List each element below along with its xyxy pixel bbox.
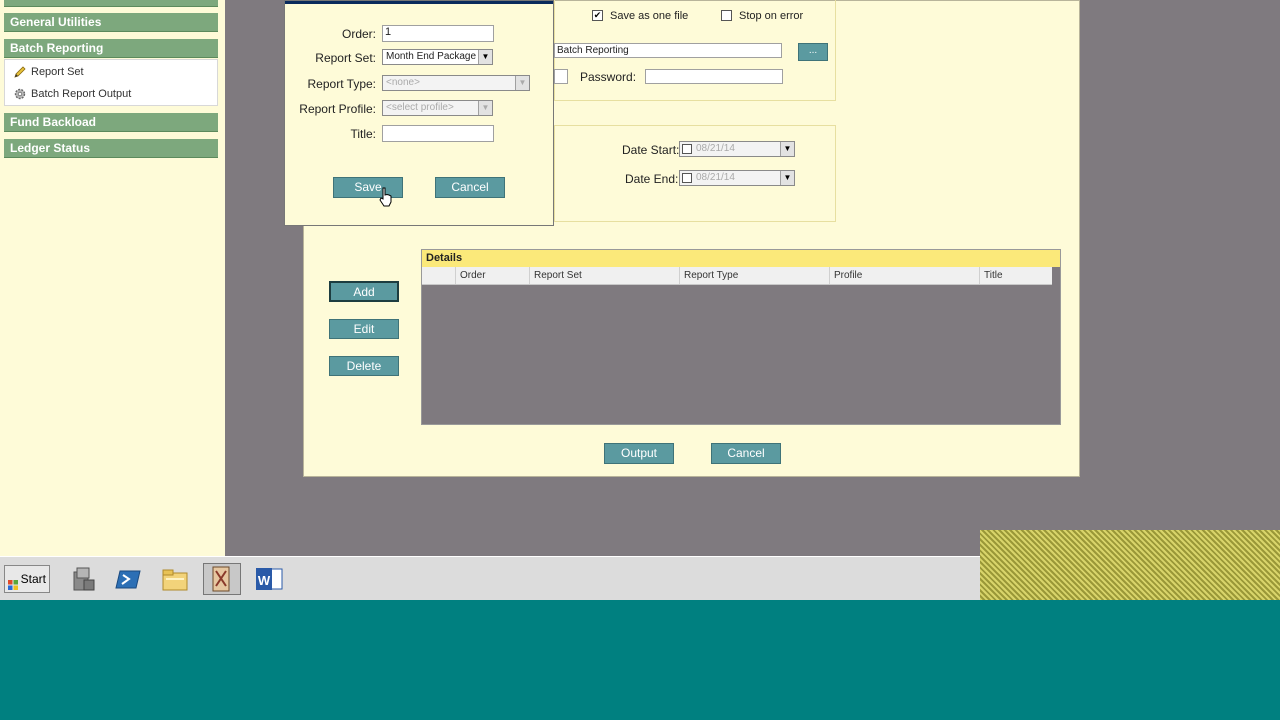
app-icon[interactable] xyxy=(203,563,241,595)
start-label: Start xyxy=(20,572,46,586)
sidebar-header-batch-reporting[interactable]: Batch Reporting xyxy=(4,39,218,58)
report-type-label: Report Type: xyxy=(307,77,376,91)
chevron-down-icon[interactable]: ▼ xyxy=(780,142,794,156)
sidebar: General Utilities Batch Reporting Report… xyxy=(0,0,225,556)
sidebar-header-general-utilities[interactable]: General Utilities xyxy=(4,13,218,32)
tray-background xyxy=(980,530,1280,600)
date-end-picker[interactable]: 08/21/14 ▼ xyxy=(679,170,795,186)
sidebar-item-batch-report-output[interactable]: Batch Report Output xyxy=(13,87,131,101)
chevron-down-icon[interactable]: ▼ xyxy=(780,171,794,185)
password-field[interactable] xyxy=(645,69,783,84)
hand-cursor-icon xyxy=(379,187,393,212)
date-end-checkbox[interactable] xyxy=(682,173,692,183)
output-path-field[interactable]: Batch Reporting xyxy=(554,43,782,58)
dialog-cancel-button[interactable]: Cancel xyxy=(435,177,505,198)
start-button[interactable]: Start xyxy=(4,565,50,593)
column-header-profile[interactable]: Profile xyxy=(829,267,979,284)
sidebar-item-label: Batch Report Output xyxy=(31,88,132,100)
app-screen: General Utilities Batch Reporting Report… xyxy=(0,0,1280,600)
date-start-value: 08/21/14 xyxy=(696,143,735,154)
save-as-one-file-label: Save as one file xyxy=(610,10,689,22)
date-end-label: Date End: xyxy=(625,172,679,186)
sidebar-header-ledger-status[interactable]: Ledger Status xyxy=(4,139,218,158)
word-icon[interactable]: W xyxy=(251,563,289,595)
taskbar: Start W xyxy=(0,556,980,600)
chevron-down-icon[interactable]: ▼ xyxy=(478,50,492,64)
column-header-title[interactable]: Title xyxy=(979,267,1052,284)
report-set-select[interactable]: Month End Package ▼ xyxy=(382,49,493,65)
gear-icon xyxy=(13,87,27,101)
report-type-value: <none> xyxy=(386,77,420,88)
edit-button[interactable]: Edit xyxy=(329,319,399,339)
order-label: Order: xyxy=(341,27,376,41)
details-title: Details xyxy=(422,250,1060,267)
column-header-report-type[interactable]: Report Type xyxy=(679,267,829,284)
report-set-item-dialog: Order: 1 Report Set: Month End Package ▼… xyxy=(284,0,554,226)
chevron-down-icon[interactable]: ▼ xyxy=(478,101,492,115)
password-label: Password: xyxy=(580,70,637,84)
sidebar-subitems: Report Set Batch Report Output xyxy=(4,59,218,106)
report-set-value: Month End Package xyxy=(386,51,477,62)
delete-button[interactable]: Delete xyxy=(329,356,399,376)
pencil-icon xyxy=(13,65,27,79)
sidebar-header-administration[interactable] xyxy=(4,0,218,7)
details-header-row: Order Report Set Report Type Profile Tit… xyxy=(422,267,1052,285)
powershell-icon[interactable] xyxy=(113,563,145,595)
add-button[interactable]: Add xyxy=(329,281,399,302)
server-manager-icon[interactable] xyxy=(67,563,99,595)
output-button[interactable]: Output xyxy=(604,443,674,464)
browse-button[interactable]: ... xyxy=(798,43,828,61)
explorer-folder-icon[interactable] xyxy=(159,563,191,595)
row-selector-header xyxy=(422,267,455,284)
report-set-label: Report Set: xyxy=(315,51,376,65)
report-profile-label: Report Profile: xyxy=(299,102,376,116)
details-grid: Details Order Report Set Report Type Pro… xyxy=(421,249,1061,425)
column-header-report-set[interactable]: Report Set xyxy=(529,267,679,284)
column-header-order[interactable]: Order xyxy=(455,267,529,284)
windows-logo-icon xyxy=(8,573,18,590)
report-profile-value: <select profile> xyxy=(386,102,454,113)
report-type-select[interactable]: <none> ▼ xyxy=(382,75,530,91)
sidebar-item-label: Report Set xyxy=(31,66,84,78)
sidebar-item-report-set[interactable]: Report Set xyxy=(13,65,84,79)
chevron-down-icon[interactable]: ▼ xyxy=(515,76,529,90)
date-start-picker[interactable]: 08/21/14 ▼ xyxy=(679,141,795,157)
date-end-value: 08/21/14 xyxy=(696,172,735,183)
dialog-titlebar xyxy=(285,1,553,4)
svg-text:W: W xyxy=(258,573,271,588)
title-label: Title: xyxy=(350,127,376,141)
order-field[interactable]: 1 xyxy=(382,25,494,42)
date-start-label: Date Start: xyxy=(622,143,680,157)
save-as-one-file-checkbox[interactable]: ✔ xyxy=(592,10,603,21)
user-field[interactable] xyxy=(554,69,568,84)
date-start-checkbox[interactable] xyxy=(682,144,692,154)
report-profile-select[interactable]: <select profile> ▼ xyxy=(382,100,493,116)
sidebar-header-fund-backload[interactable]: Fund Backload xyxy=(4,113,218,132)
title-field[interactable] xyxy=(382,125,494,142)
stop-on-error-checkbox[interactable] xyxy=(721,10,732,21)
stop-on-error-label: Stop on error xyxy=(739,10,804,22)
main-cancel-button[interactable]: Cancel xyxy=(711,443,781,464)
